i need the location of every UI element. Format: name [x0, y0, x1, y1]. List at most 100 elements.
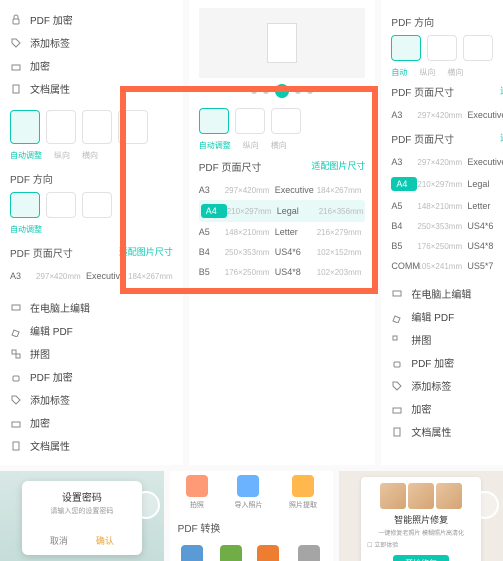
menu-pdf-encrypt[interactable]: PDF 加密 [391, 351, 503, 374]
menu-add-tag[interactable]: 添加标签 [10, 31, 173, 54]
tag-icon [10, 394, 22, 406]
size-row[interactable]: A3 297×420mm Executive 184×267mm [10, 266, 173, 286]
tool-item[interactable]: 转Word [180, 545, 204, 561]
fix-checkbox[interactable]: ☐ 立即体验 [367, 540, 475, 549]
page-size-title: PDF 页面尺寸 [199, 159, 262, 174]
tab[interactable]: 纵向 [243, 140, 259, 151]
size-row[interactable]: B4250×353mmUS4*6102×152mm [391, 216, 503, 236]
size-row[interactable]: A3 297×420mm Executive 184×267mm [391, 105, 503, 125]
size-row[interactable]: A5148×210mmLetter216×279mm [199, 222, 366, 242]
photo-fix-card: 智能照片修复 一键修复老照片 模糊照片高清化 ☐ 立即体验 开始修复 [339, 471, 503, 561]
dir-chip[interactable] [46, 192, 76, 218]
lock-icon [391, 357, 403, 369]
fit-image-link[interactable]: 适配图片尺寸 [311, 159, 365, 174]
tool-icon [292, 475, 314, 497]
lock2-icon [10, 417, 22, 429]
tab[interactable]: 自动调整 [10, 224, 42, 235]
start-fix-button[interactable]: 开始修复 [393, 555, 449, 561]
layout-chip[interactable] [82, 110, 112, 144]
menu-doc-props[interactable]: 文档属性 [10, 77, 173, 100]
fix-title: 智能照片修复 [367, 513, 475, 526]
menu-puzzle[interactable]: 拼图 [391, 328, 503, 351]
lock2-icon [391, 403, 403, 415]
layout-chip[interactable] [118, 110, 148, 144]
menu-puzzle[interactable]: 拼图 [10, 342, 173, 365]
tag-icon [391, 380, 403, 392]
puzzle-icon [10, 348, 22, 360]
cancel-button[interactable]: 取消 [50, 534, 68, 547]
tab-auto[interactable]: 自动调整 [10, 150, 42, 161]
menu-label: 添加标签 [30, 35, 70, 50]
dir-chip[interactable] [82, 192, 112, 218]
lock2-icon [10, 60, 22, 72]
page-preview [199, 8, 366, 78]
dir-chip[interactable] [10, 192, 40, 218]
tab[interactable]: 横向 [271, 140, 287, 151]
dir-chip[interactable] [463, 35, 493, 61]
menu-label: 文档属性 [30, 81, 70, 96]
menu-add-tag2[interactable]: 添加标签 [10, 388, 173, 411]
doc-icon [391, 426, 403, 438]
view-chip[interactable] [271, 108, 301, 134]
tool-item[interactable]: 转PPT [257, 545, 279, 561]
menu-edit-pdf[interactable]: 编辑 PDF [391, 305, 503, 328]
menu-add-tag[interactable]: 添加标签 [391, 374, 503, 397]
fit-image-link[interactable]: 适配图片尺寸 [119, 245, 173, 260]
tool-item[interactable]: 更多选项 [295, 545, 323, 561]
tab[interactable]: 横向 [447, 67, 463, 78]
pagination-dots[interactable] [199, 84, 366, 98]
layout-chip[interactable] [46, 110, 76, 144]
fix-subtitle: 一键修复老照片 模糊照片高清化 [367, 528, 475, 537]
menu-encrypt2[interactable]: 加密 [10, 411, 173, 434]
menu-doc-props[interactable]: 文档属性 [391, 420, 503, 443]
menu-label: 加密 [30, 58, 50, 73]
lock-icon [10, 371, 22, 383]
pdfedit-icon [10, 325, 22, 337]
confirm-button[interactable]: 确认 [96, 534, 114, 547]
tool-icon [298, 545, 320, 561]
menu-label: PDF 加密 [30, 12, 73, 27]
dialog-subtitle: 请输入您的设置密码 [36, 506, 128, 516]
menu-pdf-encrypt[interactable]: PDF 加密 [10, 8, 173, 31]
size-row[interactable]: A3297×420mmExecutive184×267mm [391, 152, 503, 172]
view-chip[interactable] [235, 108, 265, 134]
menu-doc-props2[interactable]: 文档属性 [10, 434, 173, 457]
tool-item[interactable]: 照片提取 [289, 475, 317, 510]
page-size-title2: PDF 页面尺寸 [391, 131, 454, 146]
doc-icon [10, 83, 22, 95]
view-chip[interactable] [199, 108, 229, 134]
dir-chip[interactable] [427, 35, 457, 61]
tool-item[interactable]: 转表格 [220, 545, 242, 561]
menu-pdf-encrypt2[interactable]: PDF 加密 [10, 365, 173, 388]
tool-icon [237, 475, 259, 497]
tab[interactable]: 纵向 [419, 67, 435, 78]
size-row[interactable]: COMM105×241mmUS5*7127×178mm [391, 256, 503, 276]
menu-edit-desktop[interactable]: 在电脑上编辑 [391, 282, 503, 305]
dir-chip[interactable] [391, 35, 421, 61]
tool-icon [220, 545, 242, 561]
layout-chip[interactable] [10, 110, 40, 144]
size-row[interactable]: B5176×250mmUS4*8102×203mm [199, 262, 366, 282]
size-row[interactable]: A5148×210mmLetter216×279mm [391, 196, 503, 216]
pdfedit-icon [391, 311, 403, 323]
tool-icon [186, 475, 208, 497]
tab-landscape[interactable]: 横向 [82, 150, 98, 161]
size-row[interactable]: B5176×250mmUS4*8102×203mm [391, 236, 503, 256]
doc-icon [10, 440, 22, 452]
menu-encrypt[interactable]: 加密 [10, 54, 173, 77]
direction-title: PDF 方向 [10, 171, 53, 186]
tool-item[interactable]: 导入照片 [234, 475, 262, 510]
size-row[interactable]: A4210×297mmLegal216×356mm [199, 200, 366, 222]
menu-edit-pdf[interactable]: 编辑 PDF [10, 319, 173, 342]
desktop-icon [10, 302, 22, 314]
size-row[interactable]: A4210×297mmLegal216×356mm [391, 172, 503, 196]
size-row[interactable]: B4250×353mmUS4*6102×152mm [199, 242, 366, 262]
menu-encrypt[interactable]: 加密 [391, 397, 503, 420]
tool-item[interactable]: 拍照 [186, 475, 208, 510]
size-row[interactable]: A3297×420mmExecutive184×267mm [199, 180, 366, 200]
tab[interactable]: 自动 [391, 67, 407, 78]
tab-portrait[interactable]: 纵向 [54, 150, 70, 161]
dialog-title: 设置密码 [36, 489, 128, 504]
menu-edit-desktop[interactable]: 在电脑上编辑 [10, 296, 173, 319]
tab[interactable]: 自动调整 [199, 140, 231, 151]
